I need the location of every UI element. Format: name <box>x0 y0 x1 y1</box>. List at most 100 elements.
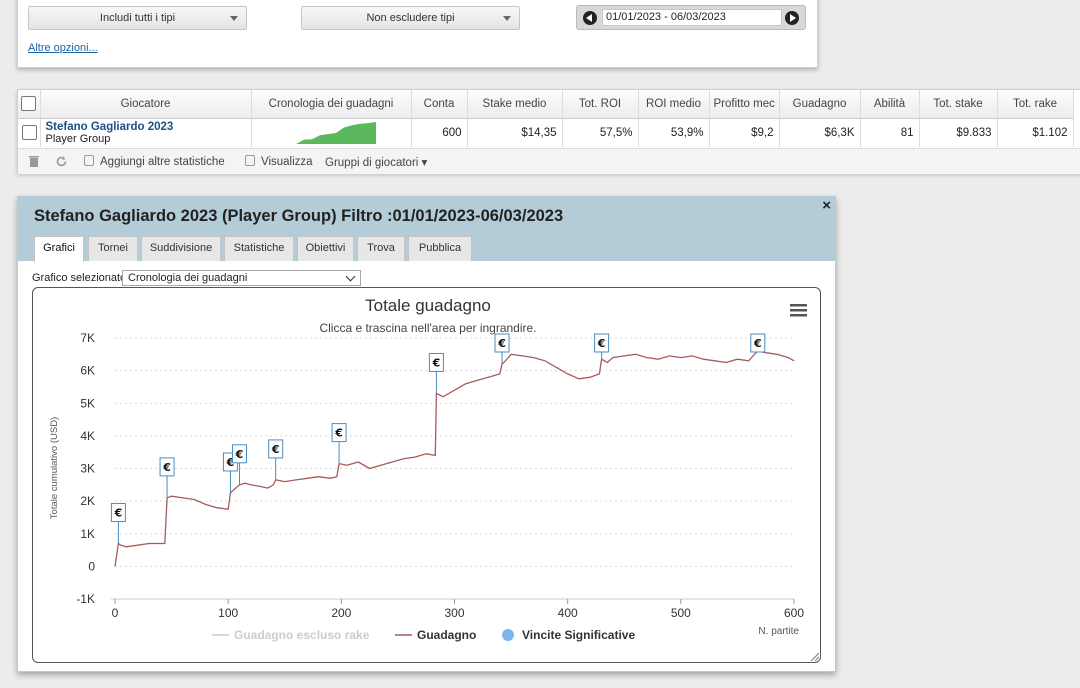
select-all-checkbox[interactable] <box>21 96 37 112</box>
earnings-chart[interactable]: Totale guadagno Clicca e trascina nell'a… <box>33 288 819 661</box>
cell-profitto-medio: $9,2 <box>709 118 780 147</box>
legend-item-excl-rake[interactable]: Guadagno escluso rake <box>234 628 370 642</box>
tab-trova[interactable]: Trova <box>357 236 405 261</box>
tab-pubblica[interactable]: Pubblica <box>408 236 472 261</box>
x-tick-label: 300 <box>444 606 464 620</box>
euro-icon: € <box>114 507 123 520</box>
row-checkbox[interactable] <box>21 125 37 141</box>
player-groups-menu[interactable]: Gruppi di giocatori ▾ <box>325 155 427 169</box>
x-tick-label: 200 <box>331 606 351 620</box>
prev-arrow-icon[interactable] <box>583 11 597 25</box>
player-cell[interactable]: Stefano Gagliardo 2023 Player Group <box>40 118 252 147</box>
col-conta[interactable]: Conta <box>411 90 468 119</box>
tab-statistiche[interactable]: Statistiche <box>224 236 294 261</box>
tab-tornei[interactable]: Tornei <box>88 236 138 261</box>
col-cronologia[interactable]: Cronologia dei guadagni <box>251 90 412 119</box>
sparkline-cell <box>251 118 412 147</box>
sparkline-area <box>295 121 376 144</box>
x-tick-label: 100 <box>218 606 238 620</box>
x-tick-label: 400 <box>558 606 578 620</box>
include-types-dropdown[interactable]: Includi tutti i tipi <box>28 6 247 30</box>
chevron-down-icon <box>345 271 356 282</box>
col-abilita[interactable]: Abilità <box>860 90 920 119</box>
euro-icon: € <box>235 448 244 461</box>
cell-tot-rake: $1.102 <box>997 118 1074 147</box>
y-tick-label: 4K <box>80 429 95 443</box>
next-arrow-icon[interactable] <box>785 11 799 25</box>
col-tot-roi[interactable]: Tot. ROI <box>562 90 639 119</box>
close-icon[interactable]: × <box>822 197 831 214</box>
col-tot-stake[interactable]: Tot. stake <box>919 90 998 119</box>
chart-container[interactable]: Totale guadagno Clicca e trascina nell'a… <box>32 287 821 663</box>
player-name[interactable]: Stefano Gagliardo 2023 <box>46 121 246 133</box>
cell-abilita: 81 <box>860 118 920 147</box>
row-select-cell <box>18 118 41 147</box>
visualize-button[interactable]: Visualizza <box>245 155 313 168</box>
select-all-cell <box>18 90 41 119</box>
table-toolbar: Aggiungi altre statistiche Visualizza Gr… <box>18 148 1080 174</box>
filter-panel: Includi tutti i tipi Non escludere tipi … <box>17 0 818 68</box>
cell-stake-medio: $14,35 <box>467 118 563 147</box>
y-tick-label: 6K <box>80 364 95 378</box>
menu-icon[interactable] <box>790 304 807 317</box>
exclude-types-dropdown[interactable]: Non escludere tipi <box>301 6 520 30</box>
tab-grafici[interactable]: Grafici <box>34 236 84 262</box>
dialog-title: Stefano Gagliardo 2023 (Player Group) Fi… <box>34 207 564 225</box>
tab-suddivisione[interactable]: Suddivisione <box>141 236 221 261</box>
legend-item-significant-wins[interactable]: Vincite Significative <box>522 628 635 642</box>
table-row[interactable]: Stefano Gagliardo 2023 Player Group 600 … <box>18 118 1074 147</box>
y-tick-label: 1K <box>80 527 95 541</box>
cell-tot-stake: $9.833 <box>919 118 998 147</box>
tab-obiettivi[interactable]: Obiettivi <box>297 236 354 261</box>
y-tick-label: 0 <box>88 559 95 573</box>
euro-icon: € <box>334 427 343 440</box>
col-profitto-medio[interactable]: Profitto mec <box>709 90 780 119</box>
stats-table-panel: Giocatore Cronologia dei guadagni Conta … <box>17 89 1080 174</box>
col-guadagno[interactable]: Guadagno <box>779 90 861 119</box>
euro-icon: € <box>432 356 441 369</box>
more-options-link[interactable]: Altre opzioni... <box>28 42 98 54</box>
col-tot-rake[interactable]: Tot. rake <box>997 90 1074 119</box>
chart-subtitle: Clicca e trascina nell'area per ingrandi… <box>319 321 536 335</box>
euro-icon: € <box>497 337 506 350</box>
chevron-down-icon <box>230 16 238 21</box>
earnings-sparkline <box>295 121 376 144</box>
resize-handle-icon[interactable] <box>810 652 819 661</box>
add-stats-label: Aggiungi altre statistiche <box>100 156 225 168</box>
x-tick-label: 0 <box>112 606 119 620</box>
chart-select[interactable]: Cronologia dei guadagni <box>122 270 361 286</box>
x-axis-label: N. partite <box>758 626 799 637</box>
caret-down-icon: ▾ <box>421 157 428 169</box>
exclude-types-label: Non escludere tipi <box>366 12 455 24</box>
y-tick-label: 7K <box>80 331 95 345</box>
date-range-field[interactable]: 01/01/2023 - 06/03/2023 <box>602 9 782 26</box>
legend-item-guadagno[interactable]: Guadagno <box>417 628 476 642</box>
col-roi-medio[interactable]: ROI medio <box>638 90 710 119</box>
chart-select-value: Cronologia dei guadagni <box>128 272 248 284</box>
chevron-down-icon <box>503 16 511 21</box>
grid <box>115 337 794 600</box>
col-giocatore[interactable]: Giocatore <box>40 90 252 119</box>
visualize-label: Visualizza <box>261 156 313 168</box>
trash-icon[interactable] <box>28 155 40 171</box>
stats-table: Giocatore Cronologia dei guadagni Conta … <box>18 90 1074 147</box>
player-dialog: Stefano Gagliardo 2023 (Player Group) Fi… <box>17 196 836 672</box>
y-tick-label: 3K <box>80 462 95 476</box>
x-tick-label: 600 <box>784 606 804 620</box>
add-stats-button[interactable]: Aggiungi altre statistiche <box>84 155 225 168</box>
cell-conta: 600 <box>411 118 468 147</box>
dialog-header: Stefano Gagliardo 2023 (Player Group) Fi… <box>18 197 835 262</box>
cell-roi-medio: 53,9% <box>638 118 710 147</box>
date-range-picker: 01/01/2023 - 06/03/2023 <box>576 5 806 30</box>
refresh-icon[interactable] <box>55 155 68 171</box>
y-tick-label: -1K <box>76 592 95 606</box>
chart-title: Totale guadagno <box>365 296 491 315</box>
player-group-label: Player Group <box>45 132 111 145</box>
cell-guadagno: $6,3K <box>779 118 861 147</box>
legend-wins-dot <box>502 629 514 641</box>
columns-icon <box>84 155 94 166</box>
euro-icon: € <box>271 443 280 456</box>
euro-icon: € <box>597 337 606 350</box>
y-axis-label: Totale cumulativo (USD) <box>49 417 60 519</box>
col-stake-medio[interactable]: Stake medio <box>467 90 563 119</box>
